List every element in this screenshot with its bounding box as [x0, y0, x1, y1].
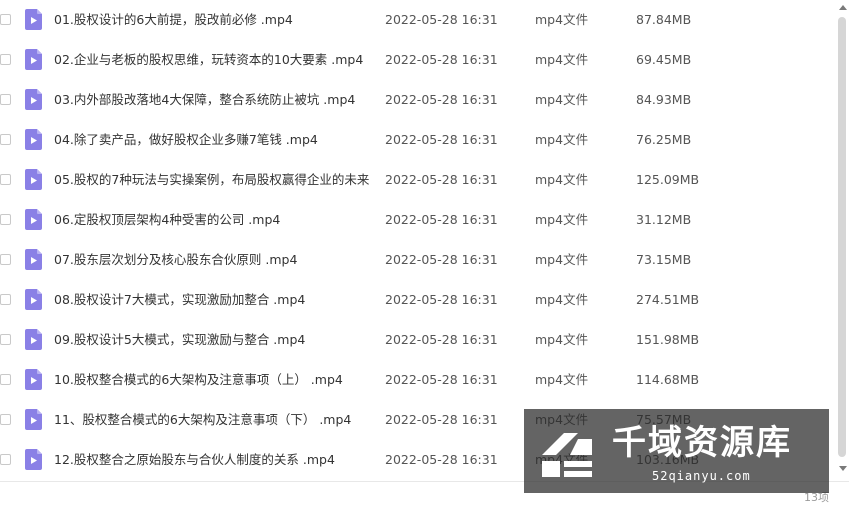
row-checkbox[interactable]	[0, 14, 11, 25]
file-row[interactable]: 04.除了卖产品，做好股权企业多赚7笔钱 .mp4 2022-05-28 16:3…	[0, 120, 836, 160]
file-modified-date: 2022-05-28 16:31	[385, 52, 498, 67]
file-name[interactable]: 03.内外部股改落地4大保障，整合系统防止被坑 .mp4	[54, 80, 372, 120]
file-type: mp4文件	[535, 52, 589, 67]
file-size: 84.93MB	[636, 92, 692, 107]
file-row[interactable]: 09.股权设计5大模式，实现激励与整合 .mp4 2022-05-28 16:31…	[0, 320, 836, 360]
file-type: mp4文件	[535, 332, 589, 347]
file-name[interactable]: 08.股权设计7大模式，实现激励加整合 .mp4	[54, 280, 372, 320]
file-modified-date: 2022-05-28 16:31	[385, 92, 498, 107]
video-file-icon	[25, 329, 42, 350]
scrollbar-thumb[interactable]	[838, 17, 846, 457]
row-checkbox[interactable]	[0, 454, 11, 465]
watermark-logo-icon	[534, 419, 600, 485]
file-name[interactable]: 01.股权设计的6大前提，股改前必修 .mp4	[54, 0, 372, 40]
file-size: 31.12MB	[636, 212, 692, 227]
file-row[interactable]: 06.定股权顶层架构4种受害的公司 .mp4 2022-05-28 16:31 mp…	[0, 200, 836, 240]
file-size: 114.68MB	[636, 372, 700, 387]
vertical-scrollbar[interactable]	[836, 0, 849, 480]
video-file-icon	[25, 89, 42, 110]
file-size: 274.51MB	[636, 292, 700, 307]
watermark: 千域资源库 52qianyu.com	[524, 409, 829, 493]
file-name[interactable]: 07.股东层次划分及核心股东合伙原则 .mp4	[54, 240, 372, 280]
row-checkbox[interactable]	[0, 294, 11, 305]
row-checkbox[interactable]	[0, 254, 11, 265]
file-type: mp4文件	[535, 372, 589, 387]
file-name[interactable]: 09.股权设计5大模式，实现激励与整合 .mp4	[54, 320, 372, 360]
scroll-up-arrow-icon[interactable]	[839, 5, 847, 10]
video-file-icon	[25, 289, 42, 310]
scroll-down-arrow-icon[interactable]	[839, 466, 847, 471]
file-type: mp4文件	[535, 252, 589, 267]
file-row[interactable]: 03.内外部股改落地4大保障，整合系统防止被坑 .mp4 2022-05-28 1…	[0, 80, 836, 120]
video-file-icon	[25, 49, 42, 70]
file-modified-date: 2022-05-28 16:31	[385, 372, 498, 387]
row-checkbox[interactable]	[0, 214, 11, 225]
row-checkbox[interactable]	[0, 374, 11, 385]
row-checkbox[interactable]	[0, 134, 11, 145]
file-name[interactable]: 12.股权整合之原始股东与合伙人制度的关系 .mp4	[54, 440, 372, 480]
file-type: mp4文件	[535, 92, 589, 107]
file-size: 87.84MB	[636, 12, 692, 27]
file-size: 73.15MB	[636, 252, 692, 267]
file-list: 01.股权设计的6大前提，股改前必修 .mp4 2022-05-28 16:31 m…	[0, 0, 836, 480]
file-type: mp4文件	[535, 132, 589, 147]
file-row[interactable]: 10.股权整合模式的6大架构及注意事项（上） .mp4 2022-05-28 16…	[0, 360, 836, 400]
file-type: mp4文件	[535, 292, 589, 307]
video-file-icon	[25, 209, 42, 230]
file-type: mp4文件	[535, 12, 589, 27]
row-checkbox[interactable]	[0, 334, 11, 345]
file-modified-date: 2022-05-28 16:31	[385, 212, 498, 227]
file-name[interactable]: 04.除了卖产品，做好股权企业多赚7笔钱 .mp4	[54, 120, 372, 160]
file-modified-date: 2022-05-28 16:31	[385, 172, 498, 187]
video-file-icon	[25, 249, 42, 270]
video-file-icon	[25, 129, 42, 150]
file-row[interactable]: 08.股权设计7大模式，实现激励加整合 .mp4 2022-05-28 16:31…	[0, 280, 836, 320]
file-size: 76.25MB	[636, 132, 692, 147]
file-name[interactable]: 02.企业与老板的股权思维，玩转资本的10大要素 .mp4	[54, 40, 372, 80]
video-file-icon	[25, 449, 42, 470]
row-checkbox[interactable]	[0, 54, 11, 65]
file-browser: 01.股权设计的6大前提，股改前必修 .mp4 2022-05-28 16:31 m…	[0, 0, 849, 513]
file-size: 151.98MB	[636, 332, 700, 347]
row-checkbox[interactable]	[0, 94, 11, 105]
file-modified-date: 2022-05-28 16:31	[385, 332, 498, 347]
file-type: mp4文件	[535, 212, 589, 227]
file-row[interactable]: 01.股权设计的6大前提，股改前必修 .mp4 2022-05-28 16:31 m…	[0, 0, 836, 40]
file-name[interactable]: 10.股权整合模式的6大架构及注意事项（上） .mp4	[54, 360, 372, 400]
row-checkbox[interactable]	[0, 174, 11, 185]
video-file-icon	[25, 409, 42, 430]
file-modified-date: 2022-05-28 16:31	[385, 412, 498, 427]
file-row[interactable]: 05.股权的7种玩法与实操案例，布局股权赢得企业的未来 ... 2022-05-2…	[0, 160, 836, 200]
file-size: 69.45MB	[636, 52, 692, 67]
file-modified-date: 2022-05-28 16:31	[385, 252, 498, 267]
video-file-icon	[25, 369, 42, 390]
watermark-text: 千域资源库	[612, 423, 792, 463]
file-size: 125.09MB	[636, 172, 700, 187]
file-name[interactable]: 11、股权整合模式的6大架构及注意事项（下） .mp4	[54, 400, 372, 440]
video-file-icon	[25, 9, 42, 30]
file-name[interactable]: 06.定股权顶层架构4种受害的公司 .mp4	[54, 200, 372, 240]
file-name[interactable]: 05.股权的7种玩法与实操案例，布局股权赢得企业的未来 ...	[54, 160, 372, 200]
file-modified-date: 2022-05-28 16:31	[385, 12, 498, 27]
row-checkbox[interactable]	[0, 414, 11, 425]
file-modified-date: 2022-05-28 16:31	[385, 452, 498, 467]
file-type: mp4文件	[535, 172, 589, 187]
video-file-icon	[25, 169, 42, 190]
file-modified-date: 2022-05-28 16:31	[385, 292, 498, 307]
watermark-url: 52qianyu.com	[652, 469, 751, 483]
file-row[interactable]: 02.企业与老板的股权思维，玩转资本的10大要素 .mp4 2022-05-28 …	[0, 40, 836, 80]
file-modified-date: 2022-05-28 16:31	[385, 132, 498, 147]
file-row[interactable]: 07.股东层次划分及核心股东合伙原则 .mp4 2022-05-28 16:31 m…	[0, 240, 836, 280]
